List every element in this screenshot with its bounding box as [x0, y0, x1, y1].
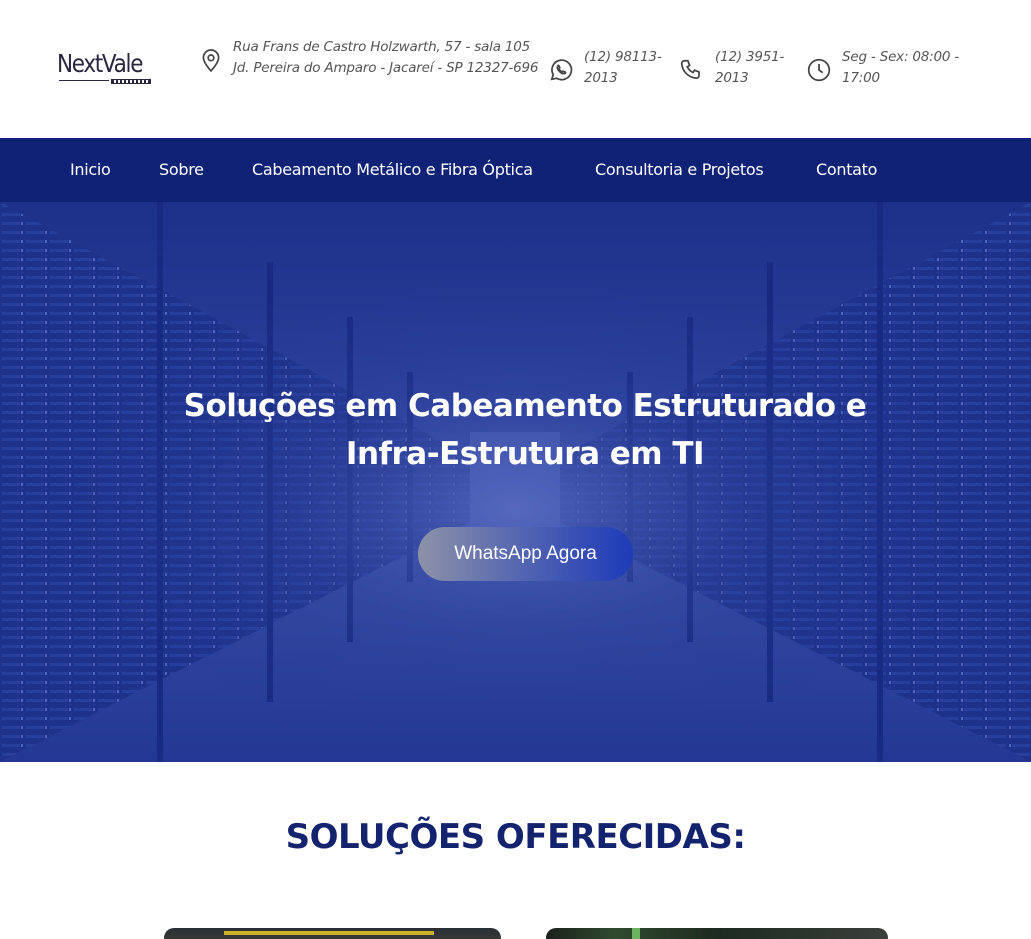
- hero-datacenter-image: [0, 202, 1031, 762]
- solution-card-image[interactable]: [164, 928, 501, 939]
- phone-icon: [680, 59, 700, 79]
- clock-icon: [807, 58, 831, 82]
- main-nav: Inicio Sobre Cabeamento Metálico e Fibra…: [0, 138, 1031, 202]
- logo-text: NextVale: [57, 49, 143, 78]
- phone-number[interactable]: (12) 3951-2013: [715, 47, 795, 89]
- nav-item-consultoria[interactable]: Consultoria e Projetos: [595, 138, 764, 202]
- logo[interactable]: NextVale: [57, 49, 153, 87]
- solutions-title: SOLUÇÕES OFERECIDAS:: [285, 817, 746, 857]
- address-info: Rua Frans de Castro Holzwarth, 57 - sala…: [198, 37, 545, 79]
- hours-text: Seg - Sex: 08:00 - 17:00: [842, 49, 960, 86]
- map-pin-icon: [202, 49, 220, 73]
- nav-item-inicio[interactable]: Inicio: [70, 138, 111, 202]
- address-text: Rua Frans de Castro Holzwarth, 57 - sala…: [233, 39, 539, 76]
- hero-title: Soluções em Cabeamento Estruturado e Inf…: [183, 388, 867, 472]
- hours-info: Seg - Sex: 08:00 - 17:00: [806, 47, 982, 89]
- whatsapp-info[interactable]: (12) 98113-2013: [548, 47, 666, 89]
- whatsapp-cta-button[interactable]: WhatsApp Agora: [418, 527, 633, 581]
- nav-item-contato[interactable]: Contato: [816, 138, 877, 202]
- top-info-bar: NextVale Rua Frans de Castro Holzwarth, …: [0, 0, 1031, 138]
- nav-item-sobre[interactable]: Sobre: [159, 138, 204, 202]
- hero-section: Soluções em Cabeamento Estruturado e Inf…: [0, 202, 1031, 762]
- solution-card-image[interactable]: [546, 928, 888, 939]
- whatsapp-icon: [550, 59, 573, 81]
- whatsapp-number[interactable]: (12) 98113-2013: [584, 47, 666, 89]
- nav-item-cabeamento[interactable]: Cabeamento Metálico e Fibra Óptica: [252, 138, 533, 202]
- phone-info[interactable]: (12) 3951-2013: [679, 47, 795, 89]
- logo-underline: [59, 79, 151, 84]
